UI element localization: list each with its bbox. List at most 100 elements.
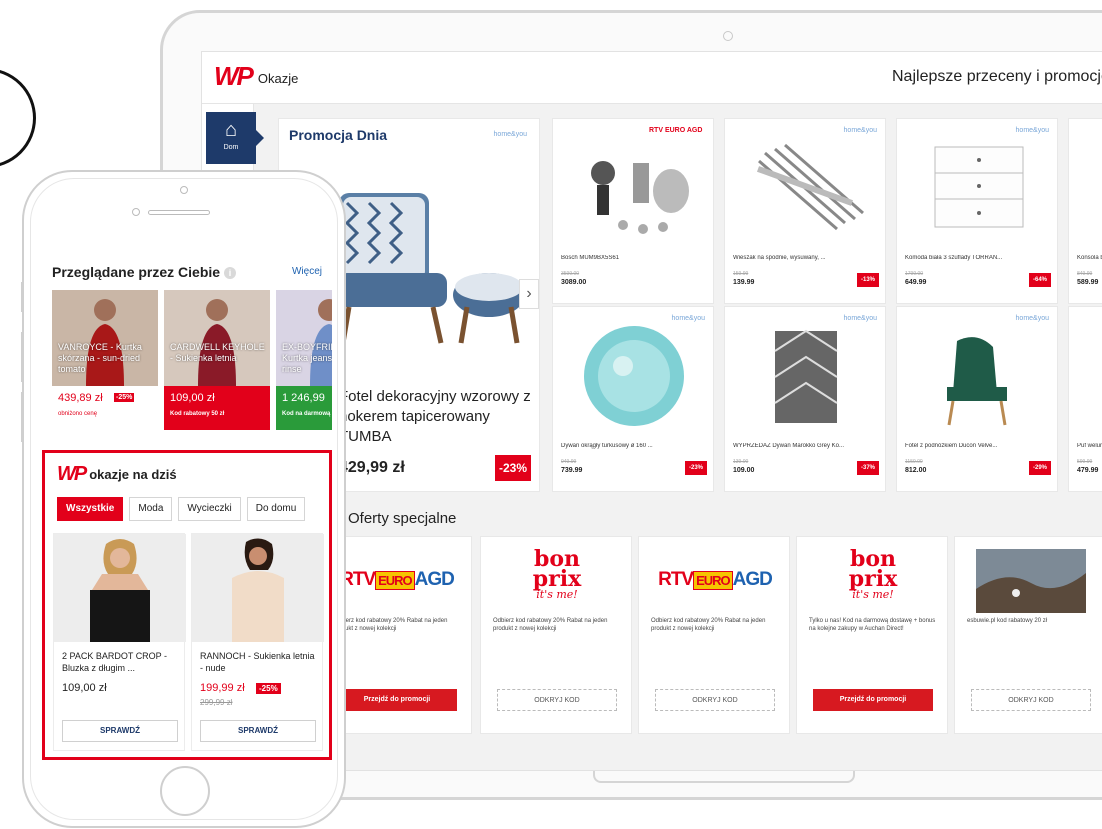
deal-card[interactable]: 2 PACK BARDOT CROP - Bluzka z długim ...…: [53, 533, 186, 751]
product-name: Puf welurowy ...: [1077, 443, 1102, 449]
offer-card[interactable]: bon prix it's me! Odbierz kod rabatowy 20% …: [480, 536, 632, 734]
deals-today-title: okazje na dziś: [89, 467, 177, 482]
price-note: obniżono cenę: [58, 411, 98, 417]
tab-moda[interactable]: Moda: [129, 497, 173, 521]
discount-badge: -25%: [114, 393, 135, 402]
product-card[interactable]: home&you Dywan okrągły turkusowy ø 160 ..…: [552, 306, 714, 492]
model-photo: [198, 299, 236, 386]
product-image: [1089, 321, 1102, 431]
product-name: Bosch MUM9BX5S61: [561, 255, 620, 261]
product-name: Dywan okrągły turkusowy ø 160 ...: [561, 443, 653, 449]
promo-product-name: Fotel dekoracyjny wzorowy z hokerem tapi…: [339, 388, 531, 445]
logo-slogan: it's me!: [536, 588, 578, 601]
volume-down-button: [21, 392, 24, 442]
wp-logo[interactable]: WP Okazje: [214, 63, 299, 89]
proximity-sensor: [132, 208, 140, 216]
old-price: 599.99: [1077, 459, 1093, 465]
offer-logo: bon prix it's me!: [481, 548, 633, 613]
product-image: [774, 329, 838, 423]
laptop-hinge-notch: [593, 771, 855, 783]
go-to-promo-button[interactable]: Przejdź do promocji: [337, 689, 457, 711]
product-photo: [54, 534, 186, 642]
reveal-code-button[interactable]: ODKRYJ KOD: [655, 689, 775, 711]
product-card[interactable]: home&you Komoda biała 3 szuflady TORRAN..…: [896, 118, 1058, 304]
check-button[interactable]: SPRAWDŹ: [200, 720, 316, 742]
product-price: 109,00 zł: [170, 392, 215, 404]
promo-shop-logo: home&you: [493, 131, 527, 138]
bonprix-logo: bon prix it's me!: [481, 548, 633, 601]
volume-up-button: [21, 332, 24, 382]
product-name: 2 PACK BARDOT CROP - Bluzka z długim ...: [62, 651, 168, 673]
product-card[interactable]: home&you Fotel z podnóżkiem Ducon Velve..…: [896, 306, 1058, 492]
reveal-code-button[interactable]: ODKRYJ KOD: [971, 689, 1091, 711]
product-name: EX-BOYFRIEND - Kurtka jeansowa indigo ri…: [282, 342, 332, 374]
viewed-product-card[interactable]: CARDWELL KEYHOLE - Sukienka letnia 109,00…: [164, 290, 270, 430]
logo-rtv: RTV: [658, 569, 694, 590]
phone-screen: Przeglądane przez Ciebie i Więcej VANROYC…: [42, 242, 332, 764]
wp-logo-mark: WP: [57, 463, 87, 485]
old-price: 1159.00: [905, 459, 923, 465]
sidebar-item-label: Dom: [223, 144, 239, 151]
carousel-next-button[interactable]: ›: [519, 279, 539, 309]
deal-card[interactable]: RANNOCH - Sukienka letnia - nude 199,99 z…: [191, 533, 324, 751]
product-price: 479.99: [1077, 467, 1099, 474]
front-camera: [180, 186, 188, 194]
sidebar-item-home[interactable]: ⌂ Dom: [206, 112, 264, 164]
brand-name: Okazje: [257, 71, 299, 86]
offer-logo: [955, 549, 1102, 613]
old-price: 159.99: [733, 271, 749, 277]
deals-today-panel: WP okazje na dziś Wszystkie Moda Wycieczki…: [42, 450, 332, 760]
product-name: VANROYCE - Kurtka skórzana - sun-dried t…: [58, 342, 142, 374]
product-card[interactable]: home&you Wieszak na spodnie, wysuwany, ..…: [724, 118, 886, 304]
product-price: 649.99: [905, 279, 927, 286]
product-price: 3089.00: [561, 279, 587, 286]
model-photo: [54, 534, 186, 642]
laptop-camera: [723, 31, 733, 41]
home-button[interactable]: [160, 766, 210, 816]
check-button[interactable]: SPRAWDŹ: [62, 720, 178, 742]
product-name: Fotel z podnóżkiem Ducon Velve...: [905, 443, 998, 449]
product-photo: [192, 534, 324, 642]
tab-wycieczki[interactable]: Wycieczki: [178, 497, 241, 521]
offer-card[interactable]: esbuwie.pl kod rabatowy 20 zł ODKRYJ KOD: [954, 536, 1102, 734]
offer-card[interactable]: bon prix it's me! Tylko u nas! Kod na darmo…: [796, 536, 948, 734]
model-photo: [192, 534, 324, 642]
product-price: 439,89 zł: [58, 392, 103, 404]
discount-badge: -23%: [685, 461, 707, 475]
viewed-product-card[interactable]: EX-BOYFRIEND - Kurtka jeansowa indigo ri…: [276, 290, 332, 430]
decorative-circle: [0, 68, 36, 168]
product-image: [1089, 133, 1102, 243]
tab-wszystkie[interactable]: Wszystkie: [57, 497, 124, 521]
logo-agd: AGD: [732, 569, 773, 590]
product-card[interactable]: home&youPuf welurowy ...599.99479.99: [1068, 306, 1102, 492]
offer-description: Tylko u nas! Kod na darmową dostawę + bo…: [809, 618, 936, 632]
product-card[interactable]: home&you WYPRZEDAŻ Dywan Marokko Grey Ko.…: [724, 306, 886, 492]
product-image: [756, 143, 864, 231]
tab-do-domu[interactable]: Do domu: [246, 497, 306, 521]
logo-slogan: it's me!: [852, 588, 894, 601]
price-note: Kod rabatowy 50 zł: [170, 411, 225, 417]
product-card[interactable]: RTV EURO AGD Bosch MUM9BX5S61 3599.00 3089.…: [552, 118, 714, 304]
more-link[interactable]: Więcej: [292, 266, 322, 277]
viewed-product-card[interactable]: VANROYCE - Kurtka skórzana - sun-dried t…: [52, 290, 158, 430]
house-icon: ⌂: [224, 119, 238, 141]
armchair-image: [337, 193, 525, 344]
discount-badge: -13%: [857, 273, 879, 287]
site-tagline: Najlepsze przeceny i promocje: [892, 68, 1102, 85]
reveal-code-button[interactable]: ODKRYJ KOD: [497, 689, 617, 711]
offer-description: Odbierz kod rabatowy 20% Rabat na jeden …: [493, 618, 608, 632]
product-price: 139.99: [733, 279, 755, 286]
logo-agd: AGD: [414, 569, 455, 590]
earpiece-speaker: [148, 210, 210, 215]
marketing-mockup: WP Okazje Najlepsze przeceny i promocje …: [0, 0, 1102, 829]
offer-description: Odbierz kod rabatowy 20% Rabat na jeden …: [333, 618, 448, 632]
go-to-promo-button[interactable]: Przejdź do promocji: [813, 689, 933, 711]
old-price: 299,99 zł: [200, 698, 233, 707]
product-image: [584, 326, 684, 426]
product-price: 109,00 zł: [62, 682, 107, 694]
product-card[interactable]: home&youKonsola biała ...849.99589.99: [1068, 118, 1102, 304]
product-price: 739.99: [561, 467, 583, 474]
offer-card[interactable]: RTV EURO AGD Odbierz kod rabatowy 20% Rabat…: [638, 536, 790, 734]
info-icon[interactable]: i: [224, 267, 237, 280]
product-image: [947, 337, 1007, 426]
